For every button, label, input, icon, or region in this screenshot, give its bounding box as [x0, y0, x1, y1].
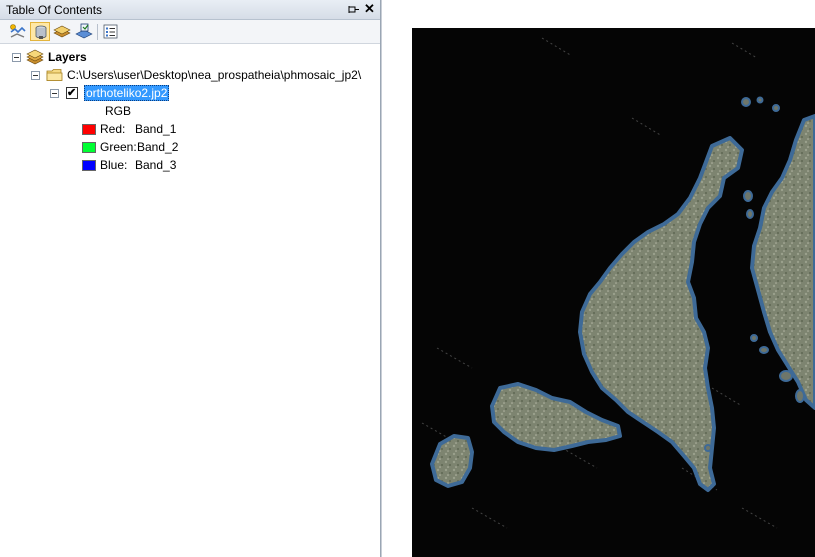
tree-row-band-red: Red: Band_1 — [0, 121, 380, 137]
blue-band-swatch[interactable] — [82, 160, 96, 171]
tree-row-layers: Layers — [0, 49, 380, 65]
band-name-label: Band_2 — [137, 140, 179, 154]
band-channel-label: Blue: — [100, 158, 128, 172]
list-by-drawing-order-button[interactable] — [8, 22, 28, 41]
tree-row-layer: ✔ orthoteliko2.jp2 — [0, 85, 380, 101]
pin-icon[interactable] — [347, 3, 360, 16]
tree-row-render: RGB — [0, 103, 380, 119]
layer-visibility-checkbox[interactable]: ✔ — [66, 87, 78, 99]
list-by-selection-button[interactable] — [74, 22, 94, 41]
table-of-contents-panel: Table Of Contents ✕ Layers C:\Users\user… — [0, 0, 381, 557]
list-by-visibility-button[interactable] — [52, 22, 72, 41]
collapse-layers-toggle[interactable] — [12, 53, 21, 62]
options-icon — [103, 24, 118, 39]
tree-row-band-blue: Blue: Band_3 — [0, 157, 380, 173]
tree-row-band-green: Green: Band_2 — [0, 139, 380, 155]
raster-map-frame[interactable] — [412, 28, 815, 557]
green-band-swatch[interactable] — [82, 142, 96, 153]
orthophoto-raster-image — [421, 37, 815, 529]
folder-icon — [46, 69, 63, 81]
layers-root-label[interactable]: Layers — [48, 49, 87, 65]
band-name-label: Band_3 — [135, 158, 177, 172]
red-band-swatch[interactable] — [82, 124, 96, 135]
close-icon[interactable]: ✕ — [363, 2, 376, 16]
collapse-folder-toggle[interactable] — [31, 71, 40, 80]
tree-row-folder: C:\Users\user\Desktop\nea_prospatheia\ph… — [0, 67, 380, 83]
layer-name-label[interactable]: orthoteliko2.jp2 — [84, 85, 170, 101]
list-by-source-icon — [35, 25, 47, 39]
list-by-source-button[interactable] — [30, 22, 50, 41]
band-channel-label: Red: — [100, 122, 126, 136]
layer-tree: Layers C:\Users\user\Desktop\nea_prospat… — [0, 44, 380, 557]
folder-path-label[interactable]: C:\Users\user\Desktop\nea_prospatheia\ph… — [67, 67, 361, 83]
toc-title: Table Of Contents — [6, 3, 103, 17]
list-by-drawing-order-icon — [10, 24, 26, 38]
toc-title-bar: Table Of Contents ✕ — [0, 0, 380, 20]
collapse-layer-toggle[interactable] — [50, 89, 59, 98]
options-button[interactable] — [101, 22, 121, 41]
toc-toolbar — [0, 20, 380, 44]
list-by-selection-icon — [75, 23, 93, 39]
band-name-label: Band_1 — [135, 122, 177, 136]
band-channel-label: Green: — [100, 140, 137, 154]
list-by-visibility-icon — [53, 25, 71, 38]
layers-icon — [26, 49, 44, 65]
render-type-label: RGB — [105, 104, 132, 118]
